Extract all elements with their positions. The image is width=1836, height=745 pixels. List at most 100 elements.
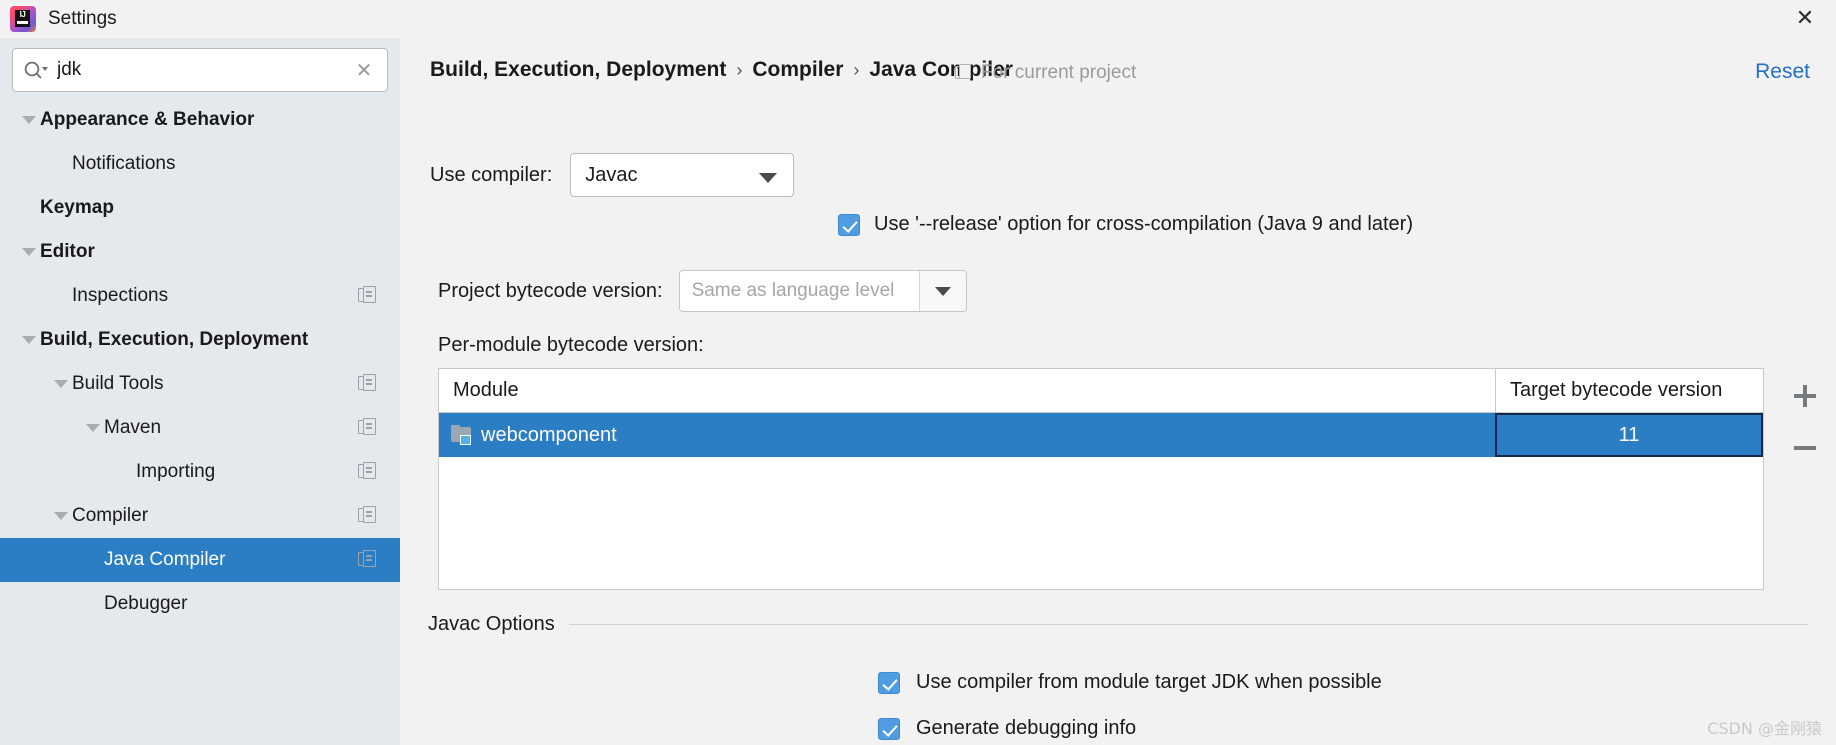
per-module-table: Module Target bytecode version webcompon… — [438, 368, 1764, 590]
table-empty-area — [439, 457, 1763, 589]
chevron-down-icon[interactable] — [50, 362, 72, 406]
javac-options-header: Javac Options — [428, 613, 1808, 636]
settings-tree: Appearance & Behavior Notifications Keymap… — [0, 98, 400, 626]
breadcrumb-separator: › — [853, 59, 860, 80]
sidebar-item-build-tools[interactable]: Build Tools — [0, 362, 400, 406]
chevron-down-icon[interactable] — [18, 230, 40, 274]
window-title: Settings — [48, 8, 117, 29]
sidebar-item-label: Editor — [40, 241, 95, 262]
clear-icon[interactable]: ✕ — [347, 53, 381, 87]
breadcrumb: Build, Execution, Deployment › Compiler › Ja… — [430, 58, 1013, 82]
scope-note: For current project — [955, 62, 1136, 84]
sidebar-item-label: Inspections — [72, 285, 169, 306]
sidebar-item-label: Maven — [104, 417, 162, 438]
copy-icon[interactable] — [955, 64, 973, 82]
copy-icon[interactable] — [358, 374, 378, 394]
project-bytecode-value[interactable]: Same as language level — [679, 271, 920, 311]
chevron-down-icon[interactable] — [50, 494, 72, 538]
search-icon[interactable] — [23, 60, 53, 80]
title-bar: Settings ✕ — [0, 0, 1836, 38]
add-module-button[interactable] — [1780, 370, 1830, 422]
section-divider — [568, 624, 1808, 625]
release-option-checkbox[interactable] — [838, 213, 860, 236]
sidebar-item-label: Importing — [136, 461, 216, 482]
use-compiler-label: Use compiler: — [430, 163, 553, 186]
search-input[interactable] — [53, 59, 347, 81]
breadcrumb-part[interactable]: Build, Execution, Deployment — [430, 58, 726, 82]
sidebar-item-label: Appearance & Behavior — [40, 109, 255, 130]
remove-module-button[interactable] — [1780, 422, 1830, 474]
sidebar-item-label: Build Tools — [72, 373, 164, 394]
use-compiler-row: Use compiler: Javac — [430, 153, 795, 197]
sidebar-item-debugger[interactable]: Debugger — [0, 582, 400, 626]
project-bytecode-row: Project bytecode version: Same as langua… — [438, 270, 967, 312]
table-toolbar — [1780, 370, 1836, 474]
breadcrumb-separator: › — [736, 59, 743, 80]
sidebar-item-notifications[interactable]: Notifications — [0, 142, 400, 186]
chevron-down-icon[interactable] — [82, 406, 104, 450]
javac-option-label: Generate debugging info — [916, 717, 1137, 739]
sidebar-item-maven[interactable]: Maven — [0, 406, 400, 450]
copy-icon[interactable] — [358, 506, 378, 526]
sidebar-item-compiler[interactable]: Compiler — [0, 494, 400, 538]
project-bytecode-label: Project bytecode version: — [438, 279, 663, 302]
table-header: Module Target bytecode version — [439, 369, 1763, 413]
sidebar-item-editor[interactable]: Editor — [0, 230, 400, 274]
sidebar-item-label: Compiler — [72, 505, 149, 526]
chevron-down-icon[interactable] — [919, 271, 966, 311]
sidebar-item-label: Keymap — [40, 197, 114, 218]
chevron-down-icon[interactable] — [18, 318, 40, 362]
sidebar: ✕ Appearance & Behavior Notifications Keym… — [0, 38, 400, 745]
search-box[interactable]: ✕ — [12, 48, 388, 92]
javac-option-checkbox[interactable] — [878, 671, 900, 694]
column-header-target[interactable]: Target bytecode version — [1495, 369, 1763, 412]
settings-dialog: Settings ✕ ✕ Appearance & Behavior Notifi… — [0, 0, 1836, 745]
sidebar-item-label: Java Compiler — [104, 549, 226, 570]
copy-icon[interactable] — [358, 550, 378, 570]
sidebar-item-build-execution-deployment[interactable]: Build, Execution, Deployment — [0, 318, 400, 362]
module-icon — [451, 425, 473, 445]
release-option-label: Use '--release' option for cross-compila… — [874, 213, 1413, 235]
copy-icon[interactable] — [358, 462, 378, 482]
project-bytecode-select[interactable]: Same as language level — [678, 270, 967, 312]
copy-icon[interactable] — [358, 418, 378, 438]
copy-icon[interactable] — [358, 286, 378, 306]
scope-label: For current project — [981, 62, 1137, 83]
close-icon[interactable]: ✕ — [1788, 4, 1822, 34]
chevron-down-icon[interactable] — [18, 98, 40, 142]
reset-link[interactable]: Reset — [1755, 60, 1810, 84]
sidebar-item-label: Debugger — [104, 593, 188, 614]
javac-option-checkbox[interactable] — [878, 717, 900, 740]
sidebar-item-inspections[interactable]: Inspections — [0, 274, 400, 318]
release-option-row[interactable]: Use '--release' option for cross-compila… — [838, 213, 1413, 236]
javac-option-row[interactable]: Generate debugging info — [878, 717, 1136, 740]
chevron-down-icon — [759, 173, 778, 183]
sidebar-item-label: Notifications — [72, 153, 176, 174]
sidebar-item-importing[interactable]: Importing — [0, 450, 400, 494]
table-row[interactable]: webcomponent 11 — [439, 413, 1763, 457]
use-compiler-select[interactable]: Javac — [570, 153, 795, 197]
module-name: webcomponent — [481, 423, 617, 446]
use-compiler-value: Javac — [585, 163, 638, 186]
javac-options-title: Javac Options — [428, 613, 555, 635]
per-module-label: Per-module bytecode version: — [438, 334, 704, 356]
javac-option-row[interactable]: Use compiler from module target JDK when… — [878, 671, 1382, 694]
table-cell-target[interactable]: 11 — [1495, 413, 1763, 457]
javac-option-label: Use compiler from module target JDK when… — [916, 671, 1382, 693]
intellij-idea-logo-icon — [10, 6, 36, 32]
sidebar-item-java-compiler[interactable]: Java Compiler — [0, 538, 400, 582]
sidebar-item-keymap[interactable]: Keymap — [0, 186, 400, 230]
main-panel: Build, Execution, Deployment › Compiler › Ja… — [400, 38, 1836, 745]
column-header-module[interactable]: Module — [439, 369, 1495, 412]
sidebar-item-label: Build, Execution, Deployment — [40, 329, 309, 350]
watermark: CSDN @金刚猿 — [1707, 719, 1822, 738]
breadcrumb-part[interactable]: Compiler — [752, 58, 843, 82]
table-cell-module[interactable]: webcomponent — [439, 413, 1495, 457]
sidebar-item-appearance-behavior[interactable]: Appearance & Behavior — [0, 98, 400, 142]
